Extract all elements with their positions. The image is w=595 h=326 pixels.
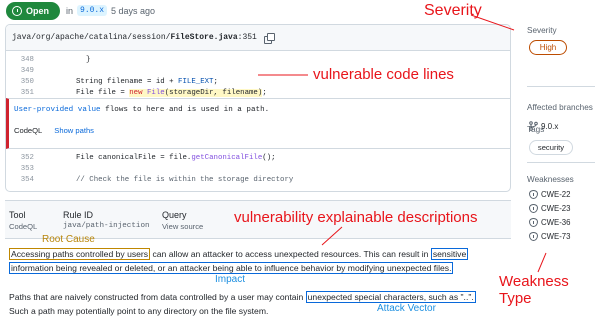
annotation-pointer-lines xyxy=(258,14,547,273)
severity-pointer xyxy=(470,14,515,31)
weakness-pointer xyxy=(537,252,547,273)
explain-pointer xyxy=(321,226,343,246)
